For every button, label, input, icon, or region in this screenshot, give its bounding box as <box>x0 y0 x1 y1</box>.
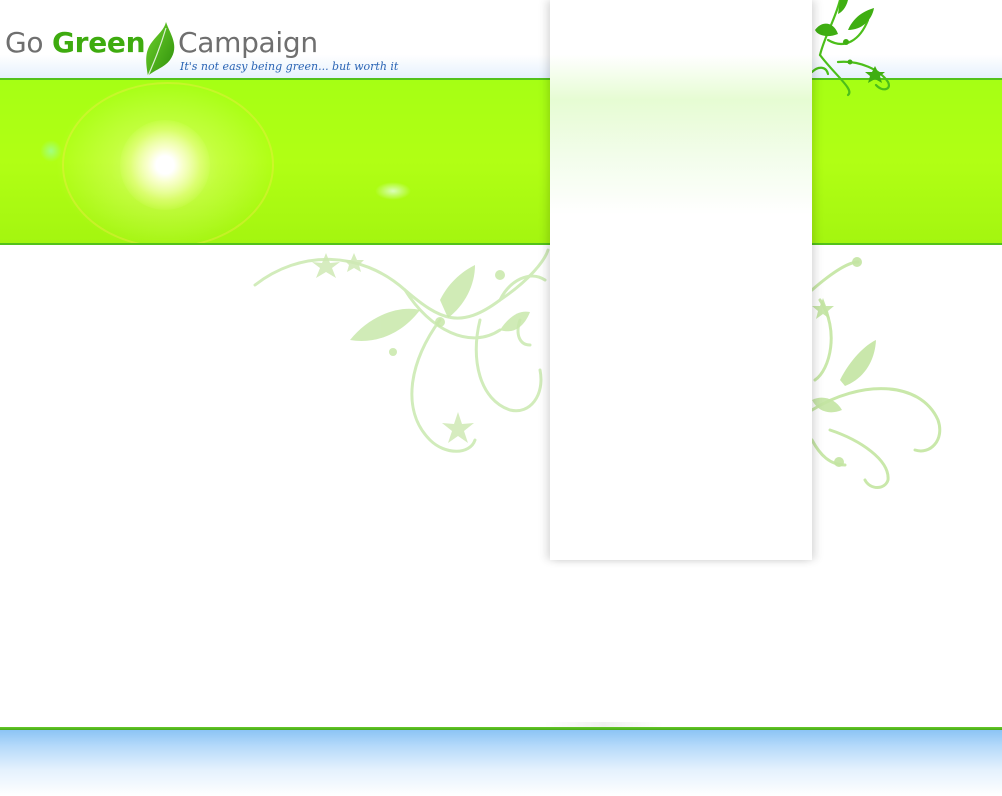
logo-word-go: Go <box>5 26 44 59</box>
leaf-icon <box>146 22 175 77</box>
lens-flare-small <box>40 140 62 162</box>
header: Go Green Campaign It's not easy being gr… <box>0 0 1002 78</box>
content-column <box>550 0 812 560</box>
footer <box>0 730 1002 796</box>
column-fade <box>550 440 812 560</box>
logo-tagline: It's not easy being green... but worth i… <box>180 60 399 73</box>
page: Go Green Campaign It's not easy being gr… <box>0 0 1002 796</box>
logo-word-green: Green <box>52 26 146 59</box>
logo-word-campaign: Campaign <box>178 26 318 59</box>
lens-flare <box>375 182 411 200</box>
sun-icon <box>120 120 210 210</box>
hero-banner <box>0 78 1002 245</box>
site-logo[interactable]: Go Green Campaign It's not easy being gr… <box>5 22 425 80</box>
